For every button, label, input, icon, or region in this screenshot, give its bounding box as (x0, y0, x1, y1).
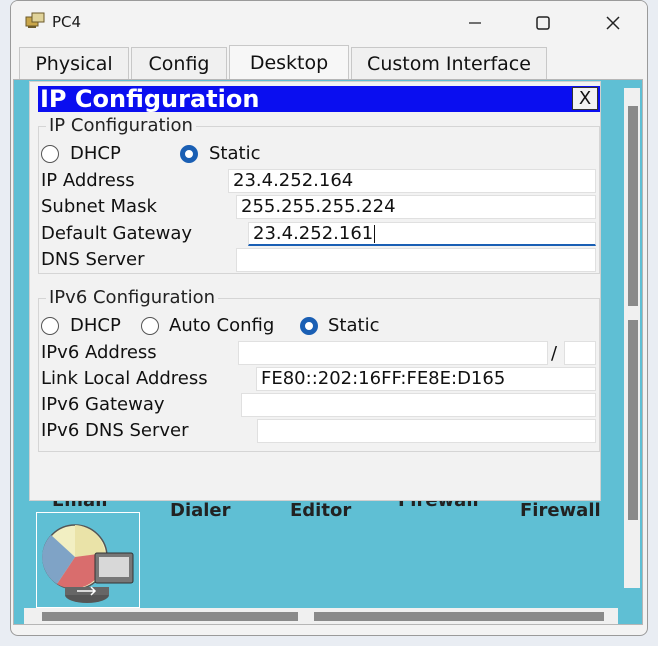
window-title: PC4 (52, 13, 82, 31)
ipv6-dhcp-radio[interactable] (41, 317, 59, 335)
ipv6-auto-config-radio[interactable] (141, 317, 159, 335)
link-local-address-label: Link Local Address (41, 368, 208, 389)
ipv4-static-radio[interactable] (180, 145, 198, 163)
link-local-address-field[interactable]: FE80::202:16FF:FE8E:D165 (256, 367, 596, 391)
pc-wireless-icon (42, 524, 134, 603)
title-bar[interactable]: PC4 (11, 1, 647, 45)
vertical-scrollbar[interactable] (624, 88, 640, 588)
ipv6-gateway-field[interactable] (241, 393, 596, 417)
ipv6-static-label[interactable]: Static (328, 315, 379, 336)
default-gateway-value: 23.4.252.161 (253, 223, 374, 244)
tab-custom-interface[interactable]: Custom Interface (351, 47, 547, 79)
scrollbar-thumb-right[interactable] (314, 612, 604, 621)
text-caret (374, 225, 376, 243)
scrollbar-thumb-left[interactable] (42, 612, 298, 621)
tab-desktop[interactable]: Desktop (229, 45, 349, 79)
close-window-button[interactable] (595, 9, 631, 37)
ipv6-dhcp-label[interactable]: DHCP (70, 315, 121, 336)
tab-config[interactable]: Config (131, 47, 227, 79)
ipv4-dhcp-radio[interactable] (41, 145, 59, 163)
desktop-label-dialer[interactable]: Dialer (170, 500, 231, 521)
prefix-separator: / (551, 343, 558, 364)
default-gateway-label: Default Gateway (41, 223, 193, 244)
maximize-button[interactable] (525, 9, 561, 37)
close-icon (606, 16, 620, 30)
ipv4-dhcp-label[interactable]: DHCP (70, 143, 121, 164)
maximize-icon (536, 16, 550, 30)
desktop-app-tile[interactable] (36, 512, 140, 608)
ipv6-dns-server-label: IPv6 DNS Server (41, 420, 189, 441)
subnet-mask-field[interactable]: 255.255.255.224 (236, 195, 596, 219)
minimize-icon (469, 22, 481, 24)
ipv6-address-label: IPv6 Address (41, 342, 157, 363)
dialog-title-bar: IP Configuration X (38, 86, 600, 112)
desktop-label-editor[interactable]: Editor (290, 500, 351, 521)
default-gateway-field[interactable]: 23.4.252.161 (248, 222, 596, 246)
scrollbar-thumb[interactable] (628, 106, 638, 306)
dialog-close-button[interactable]: X (572, 87, 598, 110)
ip-address-field[interactable]: 23.4.252.164 (228, 169, 596, 193)
desktop-label-ipv6-firewall[interactable]: Firewall (520, 500, 601, 521)
ipv6-gateway-label: IPv6 Gateway (41, 394, 165, 415)
dns-server-label: DNS Server (41, 249, 145, 270)
horizontal-scrollbar[interactable] (24, 608, 618, 624)
ipv6-dns-server-field[interactable] (257, 419, 596, 443)
minimize-button[interactable] (457, 9, 493, 37)
ipv6-prefix-field[interactable] (564, 341, 596, 365)
subnet-mask-label: Subnet Mask (41, 196, 157, 217)
ipv4-legend: IP Configuration (46, 115, 196, 136)
ipv6-static-radio[interactable] (300, 317, 318, 335)
scrollbar-thumb-lower[interactable] (628, 320, 638, 520)
pc4-window: PC4 Physical Config Desktop Custom Inter… (10, 0, 648, 636)
dns-server-field[interactable] (236, 248, 596, 272)
ip-address-label: IP Address (41, 170, 135, 191)
ipv6-auto-config-label[interactable]: Auto Config (169, 315, 274, 336)
ipv6-legend: IPv6 Configuration (46, 287, 219, 308)
dialog-title: IP Configuration (40, 85, 260, 113)
ipv6-address-field[interactable] (238, 341, 548, 365)
packet-tracer-app-icon (25, 12, 45, 28)
ipv4-static-label[interactable]: Static (209, 143, 260, 164)
tab-physical[interactable]: Physical (19, 47, 129, 79)
ip-configuration-dialog: IP Configuration X IP Configuration DHCP… (29, 81, 601, 501)
